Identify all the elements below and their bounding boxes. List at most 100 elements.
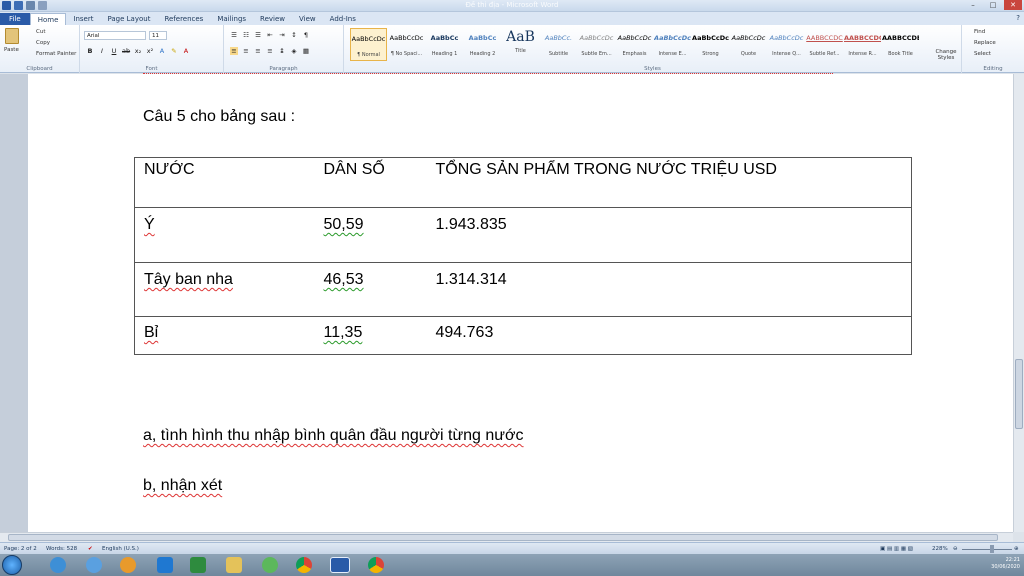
- vertical-scrollbar[interactable]: [1013, 74, 1024, 532]
- chrome-icon-2[interactable]: [368, 557, 384, 573]
- zoom-slider-thumb[interactable]: [990, 545, 994, 553]
- style-heading-1[interactable]: AaBbCc Heading 1: [426, 28, 463, 61]
- bold-button[interactable]: B: [86, 47, 94, 55]
- table-cell[interactable]: 46,53: [314, 262, 427, 317]
- text-effects-icon[interactable]: A: [158, 47, 166, 55]
- superscript-button[interactable]: x²: [146, 47, 154, 55]
- style-heading-2[interactable]: AaBbCc Heading 2: [464, 28, 501, 61]
- style-subtle-emphasis[interactable]: AaBbCcDc Subtle Em...: [578, 28, 615, 61]
- sort-icon[interactable]: ↕: [290, 31, 298, 39]
- replace-button[interactable]: Replace: [974, 40, 996, 46]
- tab-review[interactable]: Review: [253, 13, 292, 25]
- internet-explorer-icon[interactable]: [50, 557, 66, 573]
- table-cell[interactable]: 1.943.835: [426, 207, 912, 263]
- multilevel-list-icon[interactable]: ☰: [254, 31, 262, 39]
- style-quote[interactable]: AaBbCcDc Quote: [730, 28, 767, 61]
- horizontal-scrollbar[interactable]: [0, 532, 1013, 542]
- header-gdp[interactable]: TỔNG SẢN PHẨM TRONG NƯỚC TRIỆU USD: [426, 157, 912, 208]
- align-center-icon[interactable]: ≡: [242, 47, 250, 55]
- table-cell[interactable]: Bỉ: [134, 316, 315, 355]
- word-count[interactable]: Words: 528: [46, 546, 77, 552]
- style-title[interactable]: AaB Title: [502, 28, 539, 61]
- shading-icon[interactable]: ◈: [290, 47, 298, 55]
- tab-insert[interactable]: Insert: [66, 13, 100, 25]
- italic-button[interactable]: I: [98, 47, 106, 55]
- format-painter-button[interactable]: Format Painter: [36, 51, 76, 57]
- font-size-select[interactable]: 11: [149, 31, 167, 40]
- style-intense-quote[interactable]: AaBbCcDc Intense Q...: [768, 28, 805, 61]
- bullets-icon[interactable]: ☰: [230, 31, 238, 39]
- tab-page-layout[interactable]: Page Layout: [100, 13, 157, 25]
- question-b[interactable]: b, nhận xét: [143, 477, 222, 495]
- align-left-icon[interactable]: ≡: [230, 47, 238, 55]
- start-button[interactable]: [2, 555, 22, 575]
- tab-file[interactable]: File: [0, 13, 30, 25]
- media-player-icon[interactable]: [120, 557, 136, 573]
- tab-view[interactable]: View: [292, 13, 323, 25]
- underline-button[interactable]: U: [110, 47, 118, 55]
- word-taskbar-icon[interactable]: [330, 557, 350, 573]
- strikethrough-button[interactable]: ab: [122, 47, 130, 55]
- style-normal[interactable]: AaBbCcDc ¶ Normal: [350, 28, 387, 61]
- table-cell[interactable]: Ý: [134, 207, 315, 263]
- style-intense-reference[interactable]: AABBCCDC Intense R...: [844, 28, 881, 61]
- green-app-icon[interactable]: [262, 557, 278, 573]
- table-cell[interactable]: 50,59: [314, 207, 427, 263]
- view-buttons[interactable]: ▣ ▤ ▥ ▦ ▧: [880, 546, 913, 552]
- header-country[interactable]: NƯỚC: [134, 157, 315, 208]
- style-subtle-reference[interactable]: AABBCCDC Subtle Ref...: [806, 28, 843, 61]
- numbering-icon[interactable]: ☷: [242, 31, 250, 39]
- zoom-slider[interactable]: [962, 549, 1012, 550]
- page-count[interactable]: Page: 2 of 2: [4, 546, 37, 552]
- select-button[interactable]: Select: [974, 51, 991, 57]
- line-spacing-icon[interactable]: ↨: [278, 47, 286, 55]
- question-a[interactable]: a, tình hình thu nhập bình quân đầu ngườ…: [143, 427, 524, 445]
- increase-indent-icon[interactable]: ⇥: [278, 31, 286, 39]
- chrome-icon[interactable]: [296, 557, 312, 573]
- font-color-icon[interactable]: A: [182, 47, 190, 55]
- tab-mailings[interactable]: Mailings: [210, 13, 253, 25]
- justify-icon[interactable]: ≡: [266, 47, 274, 55]
- zalo-icon[interactable]: [157, 557, 173, 573]
- tab-references[interactable]: References: [157, 13, 210, 25]
- proofing-icon[interactable]: ✔: [88, 546, 93, 552]
- pilcrow-icon[interactable]: ¶: [302, 31, 310, 39]
- language-indicator[interactable]: English (U.S.): [102, 546, 139, 552]
- cut-button[interactable]: Cut: [36, 29, 45, 35]
- change-styles-button[interactable]: Change Styles: [932, 49, 960, 61]
- data-table[interactable]: NƯỚC DÂN SỐ TỔNG SẢN PHẨM TRONG NƯỚC TRI…: [134, 157, 912, 355]
- question-heading[interactable]: Câu 5 cho bảng sau :: [143, 108, 295, 126]
- font-name-select[interactable]: Arial: [84, 31, 146, 40]
- tab-home[interactable]: Home: [29, 13, 67, 25]
- zoom-level[interactable]: 228%: [932, 546, 948, 552]
- style-subtitle[interactable]: AaBbCc. Subtitle: [540, 28, 577, 61]
- table-cell[interactable]: 494.763: [426, 316, 912, 355]
- paste-icon[interactable]: [5, 28, 19, 44]
- highlight-icon[interactable]: ✎: [170, 47, 178, 55]
- style-no-spacing[interactable]: AaBbCcDc ¶ No Spaci...: [388, 28, 425, 61]
- style-intense-emphasis[interactable]: AaBbCcDc Intense E...: [654, 28, 691, 61]
- copy-button[interactable]: Copy: [36, 40, 50, 46]
- table-cell[interactable]: Tây ban nha: [134, 262, 315, 317]
- excel-icon[interactable]: [190, 557, 206, 573]
- globe-icon[interactable]: [86, 557, 102, 573]
- maximize-button[interactable]: □: [984, 0, 1002, 10]
- help-icon[interactable]: ?: [1016, 14, 1020, 22]
- table-cell[interactable]: 11,35: [314, 316, 427, 355]
- align-right-icon[interactable]: ≡: [254, 47, 262, 55]
- style-book-title[interactable]: AABBCCDE Book Title: [882, 28, 919, 61]
- decrease-indent-icon[interactable]: ⇤: [266, 31, 274, 39]
- find-button[interactable]: Find: [974, 29, 985, 35]
- style-emphasis[interactable]: AaBbCcDc Emphasis: [616, 28, 653, 61]
- close-button[interactable]: ✕: [1004, 0, 1022, 10]
- paste-button[interactable]: Paste: [4, 47, 19, 53]
- folder-icon[interactable]: [226, 557, 242, 573]
- horizontal-scroll-thumb[interactable]: [8, 534, 998, 541]
- vertical-scroll-thumb[interactable]: [1015, 359, 1023, 429]
- zoom-in-icon[interactable]: ⊕: [1014, 546, 1019, 552]
- header-population[interactable]: DÂN SỐ: [314, 157, 427, 208]
- subscript-button[interactable]: x₂: [134, 47, 142, 55]
- minimize-button[interactable]: –: [964, 0, 982, 10]
- tab-add-ins[interactable]: Add-Ins: [323, 13, 363, 25]
- table-cell[interactable]: 1.314.314: [426, 262, 912, 317]
